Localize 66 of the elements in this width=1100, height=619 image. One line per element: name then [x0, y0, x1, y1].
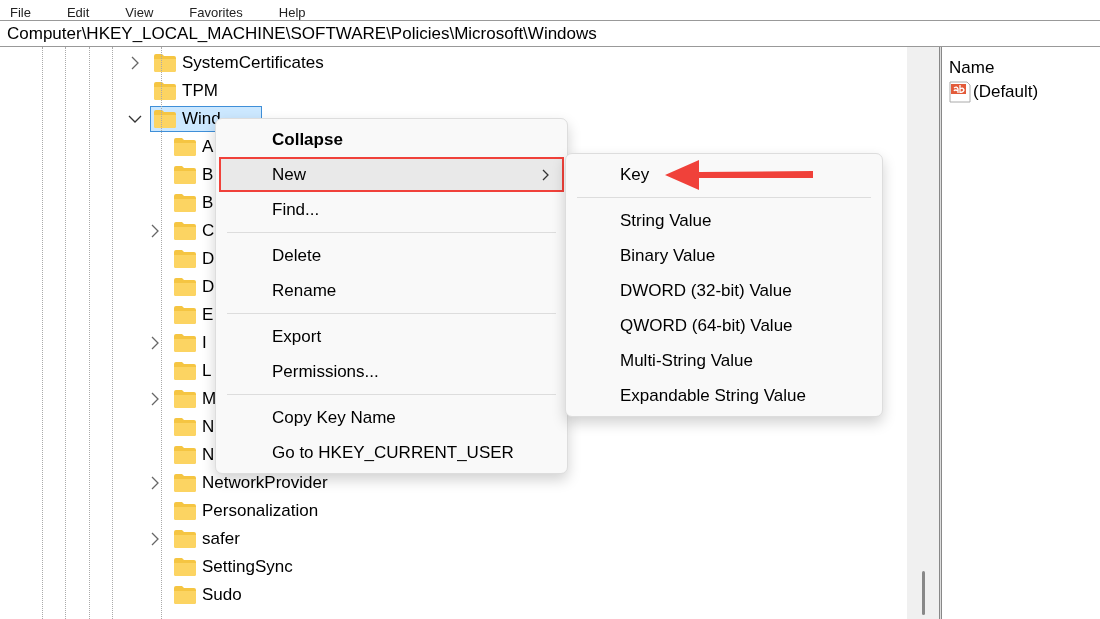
folder-icon	[173, 585, 197, 605]
folder-icon	[173, 221, 197, 241]
folder-icon	[173, 333, 197, 353]
folder-icon	[173, 277, 197, 297]
folder-icon	[173, 305, 197, 325]
folder-icon	[173, 165, 197, 185]
menu-item[interactable]: New	[219, 157, 564, 192]
menu-bar-item[interactable]: View	[125, 6, 154, 20]
scrollbar[interactable]	[907, 47, 939, 619]
menu-item[interactable]: Go to HKEY_CURRENT_USER	[219, 435, 564, 470]
tree-item[interactable]: E	[170, 302, 217, 328]
tree-item[interactable]: TPM	[150, 78, 221, 104]
tree-item[interactable]: Personalization	[170, 498, 322, 524]
folder-icon	[173, 501, 197, 521]
tree-item[interactable]: M	[170, 386, 220, 412]
folder-icon	[153, 109, 177, 129]
folder-icon	[153, 81, 177, 101]
folder-icon	[173, 473, 197, 493]
string-value-icon	[948, 80, 972, 104]
tree-item[interactable]: SettingSync	[170, 554, 296, 580]
menu-item[interactable]: Export	[219, 319, 564, 354]
folder-icon	[173, 361, 197, 381]
folder-icon	[153, 53, 177, 73]
menu-item[interactable]: String Value	[569, 203, 879, 238]
menu-bar-item[interactable]: File	[10, 6, 31, 20]
folder-icon	[173, 137, 197, 157]
menu-item[interactable]: Find...	[219, 192, 564, 227]
menu-bar-item[interactable]: Favorites	[189, 6, 243, 20]
folder-icon	[173, 249, 197, 269]
menu-item[interactable]: Rename	[219, 273, 564, 308]
menu-item[interactable]: Multi-String Value	[569, 343, 879, 378]
menu-item[interactable]: Binary Value	[569, 238, 879, 273]
tree-item[interactable]: N	[170, 442, 218, 468]
tree-item[interactable]: Sudo	[170, 582, 245, 608]
folder-icon	[173, 557, 197, 577]
tree-item[interactable]: safer	[170, 526, 243, 552]
tree-item[interactable]: A	[170, 134, 217, 160]
menu-item[interactable]: DWORD (32-bit) Value	[569, 273, 879, 308]
tree-item[interactable]: D	[170, 274, 218, 300]
folder-icon	[173, 529, 197, 549]
tree-item[interactable]: SystemCertificates	[150, 50, 327, 76]
tree-item[interactable]: I	[170, 330, 210, 356]
tree-item[interactable]: L	[170, 358, 215, 384]
address-field[interactable]: Computer\HKEY_LOCAL_MACHINE\SOFTWARE\Policies\Microsoft\Windows	[0, 20, 1100, 47]
tree-item[interactable]: D	[170, 246, 218, 272]
folder-icon	[173, 445, 197, 465]
folder-icon	[173, 417, 197, 437]
scrollbar-thumb[interactable]	[921, 571, 925, 615]
tree-item[interactable]: B	[170, 162, 217, 188]
folder-icon	[173, 389, 197, 409]
tree-item[interactable]: C	[170, 218, 218, 244]
tree-item[interactable]: NetworkProvider	[170, 470, 331, 496]
menu-item[interactable]: Copy Key Name	[219, 400, 564, 435]
menu-bar-item[interactable]: Edit	[66, 6, 90, 20]
chevron-right-icon	[540, 168, 550, 181]
menu-item[interactable]: QWORD (64-bit) Value	[569, 308, 879, 343]
tree-item[interactable]: B	[170, 190, 217, 216]
menu-item[interactable]: Expandable String Value	[569, 378, 879, 413]
tree-item[interactable]: N	[170, 414, 218, 440]
folder-icon	[173, 193, 197, 213]
menu-item[interactable]: Permissions...	[219, 354, 564, 389]
menu-item[interactable]: Delete	[219, 238, 564, 273]
menu-item[interactable]: Key	[569, 157, 879, 192]
value-name[interactable]: (Default)	[973, 79, 1039, 105]
menu-bar-item[interactable]: Help	[278, 6, 306, 20]
column-header[interactable]: Name	[948, 55, 1100, 79]
